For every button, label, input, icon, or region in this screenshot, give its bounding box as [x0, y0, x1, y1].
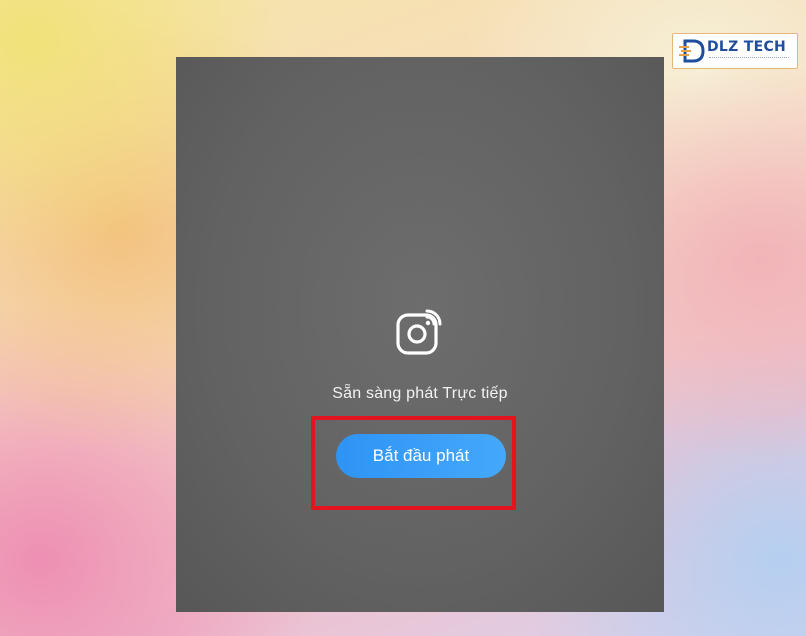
dlz-logo-icon	[679, 39, 705, 63]
instagram-live-icon	[396, 309, 442, 355]
brand-tagline	[709, 57, 789, 60]
live-setup-screen: Sẵn sàng phát Trực tiếp Bắt đầu phát	[176, 57, 664, 612]
start-broadcast-button[interactable]: Bắt đầu phát	[336, 434, 506, 478]
ready-status-label: Sẵn sàng phát Trực tiếp	[332, 385, 508, 402]
brand-name: DLZ TECH	[707, 39, 787, 55]
brand-logo: DLZ TECH	[672, 33, 798, 69]
